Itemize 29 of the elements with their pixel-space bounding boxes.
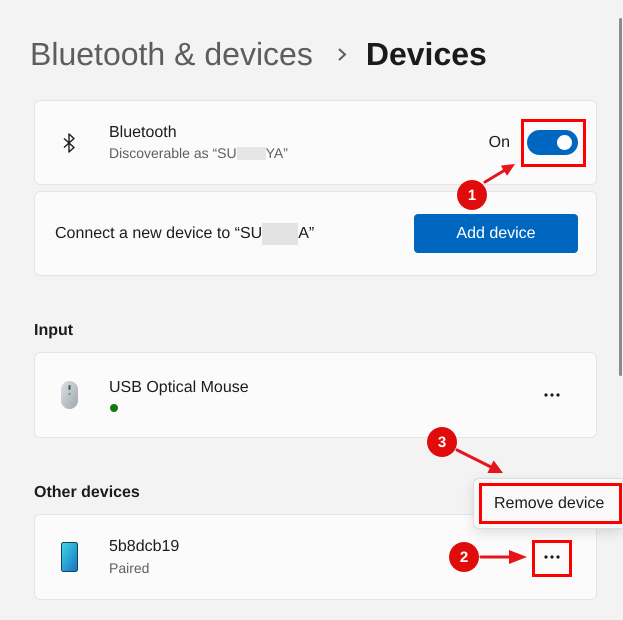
- device-name: 5b8dcb19: [109, 536, 180, 556]
- section-heading: Other devices: [34, 483, 140, 503]
- callout-arrow: [479, 549, 529, 565]
- more-icon: [544, 393, 560, 397]
- connect-text: Connect a new device to “SU: [55, 224, 262, 244]
- chevron-icon: [336, 46, 347, 62]
- setting-description: YA”: [266, 144, 288, 162]
- bluetooth-icon: [61, 132, 77, 154]
- add-device-button[interactable]: Add device: [414, 214, 578, 253]
- blur-patch: [262, 222, 298, 244]
- phone-icon: [60, 542, 79, 572]
- section-heading: Input: [34, 321, 74, 341]
- device-status: Paired: [109, 558, 150, 578]
- more-icon: [544, 555, 560, 559]
- setting-title: Bluetooth: [109, 122, 177, 142]
- toggle-state-label: On: [488, 134, 510, 152]
- page-title: Devices: [366, 35, 487, 74]
- callout-number: 2: [449, 542, 479, 572]
- callout-number: 1: [457, 180, 487, 210]
- callout-arrow: [483, 161, 517, 185]
- callout-arrow: [455, 447, 505, 475]
- scrollbar-thumb[interactable]: [619, 18, 622, 376]
- mouse-icon: [60, 380, 79, 410]
- device-name: USB Optical Mouse: [109, 378, 249, 398]
- setting-description: Discoverable as “SU: [109, 144, 237, 162]
- menu-item[interactable]: Remove device: [479, 483, 622, 524]
- breadcrumb-link[interactable]: Bluetooth & devices: [30, 30, 313, 78]
- connect-text: A”: [298, 224, 314, 244]
- bluetooth-toggle[interactable]: [527, 130, 578, 155]
